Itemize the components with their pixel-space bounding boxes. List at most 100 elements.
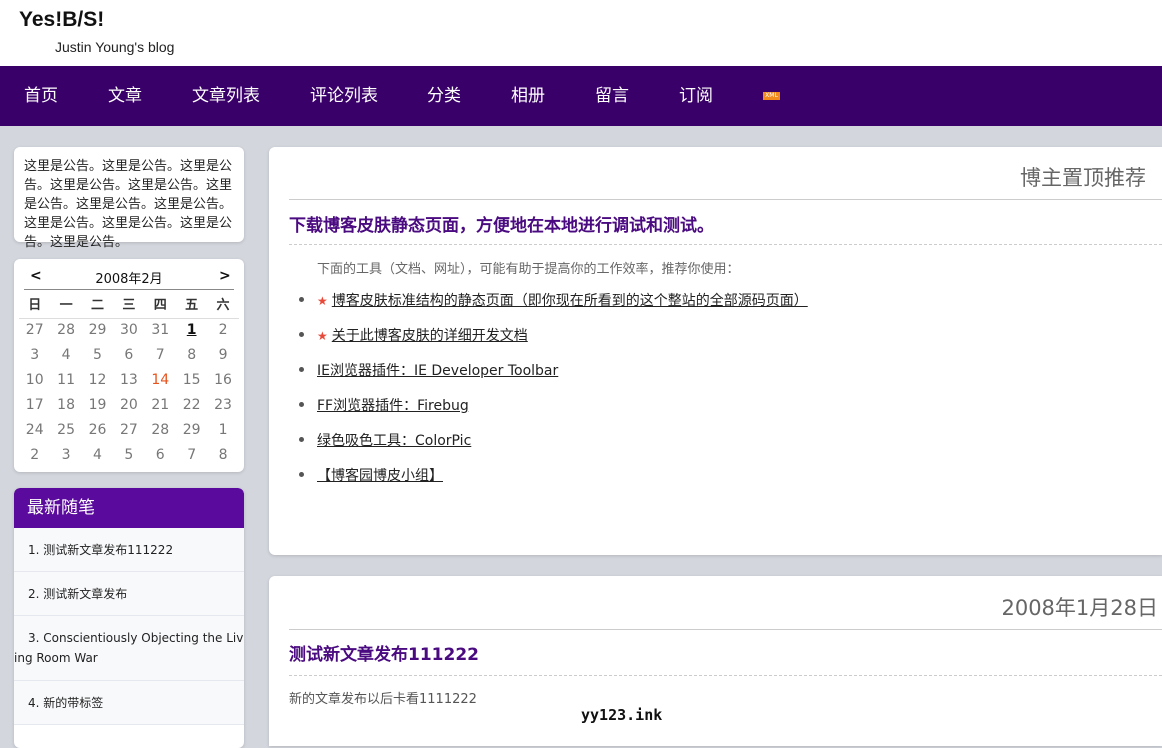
calendar-prev-button[interactable]: < [30, 268, 42, 284]
calendar-day: 12 [88, 372, 107, 388]
calendar-week-row: 24 25 26 27 28 29 1 [19, 418, 239, 443]
nav-item-categories[interactable]: 分类 [427, 66, 461, 126]
calendar-divider [24, 289, 234, 290]
bullet-icon [299, 472, 304, 477]
notice-text: 这里是公告。这里是公告。这里是公告。这里是公告。这里是公告。这里是公告。这里是公… [24, 159, 233, 250]
recent-post-item[interactable]: 2. 测试新文章发布 [14, 572, 244, 616]
resource-link-item: IE浏览器插件：IE Developer Toolbar [299, 360, 808, 395]
resource-link[interactable]: 绿色吸色工具：ColorPic [317, 433, 471, 449]
calendar-week-row: 10 11 12 13 14 15 16 [19, 368, 239, 393]
recent-post-item[interactable]: 1. 测试新文章发布111222 [14, 528, 244, 572]
calendar-day: 22 [182, 397, 201, 413]
xml-feed-icon[interactable]: XML [763, 92, 780, 100]
calendar-day: 26 [88, 422, 107, 438]
calendar-day: 27 [119, 422, 138, 438]
calendar-header-separator [19, 318, 239, 319]
calendar-day: 6 [155, 447, 165, 463]
pinned-post-title[interactable]: 下载博客皮肤静态页面，方便地在本地进行调试和测试。 [289, 211, 714, 236]
calendar-title: 2008年2月 [95, 272, 163, 287]
calendar-day: 28 [151, 422, 170, 438]
calendar-day: 17 [25, 397, 44, 413]
pinned-section-title: 博主置顶推荐 [1020, 166, 1146, 190]
recent-posts-title: 最新随笔 [14, 488, 244, 528]
recent-posts-list: 1. 测试新文章发布111222 2. 测试新文章发布 3. Conscient… [14, 528, 244, 725]
nav-item-home[interactable]: 首页 [24, 66, 58, 126]
calendar-day: 5 [93, 347, 102, 363]
nav-item-album[interactable]: 相册 [511, 66, 545, 126]
recent-post-item[interactable]: 4. 新的带标签 [14, 681, 244, 725]
calendar-day: 8 [187, 347, 197, 363]
calendar-day: 24 [25, 422, 44, 438]
calendar-weekday: 六 [216, 298, 230, 313]
calendar-day: 7 [187, 447, 197, 463]
section-divider [289, 199, 1162, 200]
calendar-week-row: 27 28 29 30 31 1 2 [19, 318, 239, 343]
calendar-day: 15 [182, 372, 201, 388]
resource-link[interactable]: 博客皮肤标准结构的静态页面（即你现在所看到的这个整站的全部源码页面） [332, 293, 808, 309]
calendar-day: 29 [88, 322, 107, 338]
resource-link-item: 绿色吸色工具：ColorPic [299, 430, 808, 465]
calendar-day: 25 [57, 422, 75, 438]
calendar-day: 6 [124, 347, 134, 363]
resource-link[interactable]: 【博客园博皮小组】 [317, 468, 443, 484]
bullet-icon [299, 332, 304, 337]
calendar-day: 5 [124, 447, 134, 463]
pinned-intro: 下面的工具（文档、网址），可能有助于提高你的工作效率，推荐你使用： [317, 262, 740, 277]
calendar-day: 13 [119, 372, 138, 388]
calendar-day: 27 [25, 322, 44, 338]
post-title[interactable]: 测试新文章发布111222 [289, 640, 479, 665]
calendar-weekday-row: 日一二三四五六 [19, 293, 239, 318]
recent-post-item[interactable]: 3. Conscientiously Objecting the Living … [14, 616, 244, 681]
calendar-day: 28 [57, 322, 75, 338]
resource-link-item: ★ 关于此博客皮肤的详细开发文档 [299, 325, 808, 360]
resource-link-item: 【博客园博皮小组】 [299, 465, 808, 500]
calendar-day: 4 [93, 447, 102, 463]
calendar-day: 8 [218, 447, 228, 463]
recent-posts-panel: 最新随笔 1. 测试新文章发布111222 2. 测试新文章发布 3. Cons… [14, 488, 244, 748]
nav-item-articles[interactable]: 文章 [108, 66, 142, 126]
calendar-weekday: 一 [59, 298, 73, 313]
nav-item-guestbook[interactable]: 留言 [595, 66, 629, 126]
resource-link-item: ★ 博客皮肤标准结构的静态页面（即你现在所看到的这个整站的全部源码页面） [299, 290, 808, 325]
pinned-section: 博主置顶推荐 下载博客皮肤静态页面，方便地在本地进行调试和测试。 下面的工具（文… [269, 147, 1162, 555]
calendar-weekday: 五 [185, 298, 199, 313]
calendar-day: 3 [30, 347, 40, 363]
bullet-icon [299, 367, 304, 372]
main-nav: 首页 文章 文章列表 评论列表 分类 相册 留言 订阅 [0, 66, 1162, 126]
calendar-day: 20 [119, 397, 138, 413]
bullet-icon [299, 402, 304, 407]
calendar-day: 1 [218, 422, 228, 438]
bullet-icon [299, 437, 304, 442]
site-header: Yes!B/S! Justin Young's blog [0, 0, 1162, 66]
calendar-week-row: 3 4 5 6 7 8 9 [19, 343, 239, 368]
title-divider [289, 244, 1162, 245]
resource-link[interactable]: 关于此博客皮肤的详细开发文档 [332, 328, 528, 344]
site-title[interactable]: Yes!B/S! [19, 8, 104, 32]
calendar-next-button[interactable]: > [219, 268, 231, 284]
calendar-day: 7 [155, 347, 165, 363]
calendar-day: 14 [151, 372, 170, 388]
calendar-day: 23 [214, 397, 232, 413]
calendar-day: 31 [151, 322, 170, 338]
calendar-day: 2 [218, 322, 228, 338]
calendar-weekday: 四 [153, 298, 167, 313]
calendar-day: 3 [61, 447, 71, 463]
calendar-day: 11 [57, 372, 75, 388]
calendar-day: 2 [30, 447, 40, 463]
calendar-week-row: 17 18 19 20 21 22 23 [19, 393, 239, 418]
calendar-day: 30 [119, 322, 138, 338]
resource-link[interactable]: FF浏览器插件：Firebug [317, 398, 469, 414]
nav-item-comment-list[interactable]: 评论列表 [310, 66, 378, 126]
nav-item-article-list[interactable]: 文章列表 [192, 66, 260, 126]
nav-item-subscribe[interactable]: 订阅 [679, 66, 713, 126]
calendar-day: 10 [25, 372, 44, 388]
site-subtitle: Justin Young's blog [55, 39, 175, 55]
calendar-grid: 日一二三四五六 27 28 29 30 31 1 2 3 4 5 6 7 8 9 10 11 12 13 14 15 16… [19, 293, 239, 468]
notice-panel: 这里是公告。这里是公告。这里是公告。这里是公告。这里是公告。这里是公告。这里是公… [14, 147, 244, 250]
calendar-day: 18 [57, 397, 75, 413]
calendar-day[interactable]: 1 [176, 318, 207, 343]
calendar-weekday: 二 [90, 298, 104, 313]
calendar-weekday: 三 [122, 298, 136, 313]
section-divider [289, 629, 1162, 630]
resource-link[interactable]: IE浏览器插件：IE Developer Toolbar [317, 363, 558, 379]
